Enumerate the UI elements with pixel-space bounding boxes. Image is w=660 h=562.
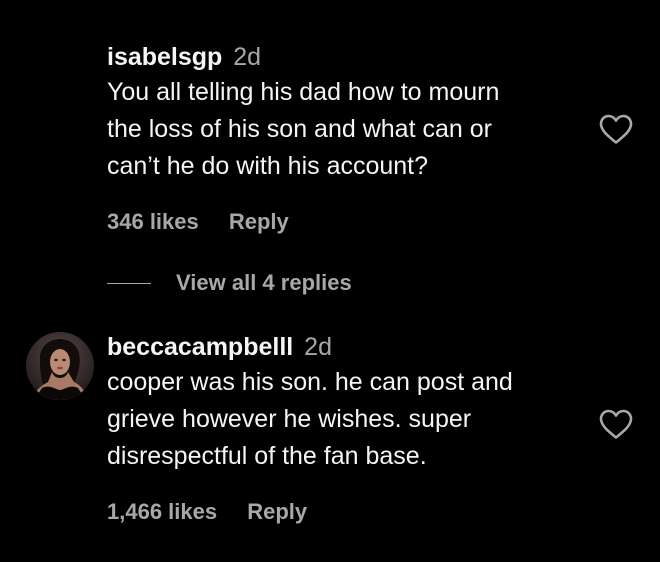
view-replies-label: View all 4 replies [176,270,352,295]
comment-username[interactable]: beccacampbelll [107,333,293,361]
reply-button[interactable]: Reply [229,209,289,234]
likes-count[interactable]: 346 likes [107,209,199,234]
comment-header: beccacampbelll 2d [107,330,587,364]
comment-body: isabelsgp 2d You all telling his dad how… [107,40,587,235]
heart-outline-icon[interactable] [598,408,634,440]
comment-header: isabelsgp 2d [107,40,587,74]
reply-button[interactable]: Reply [247,499,307,524]
likes-count[interactable]: 1,466 likes [107,499,217,524]
comment-text: cooper was his son. he can post and grie… [107,368,513,470]
replies-divider-line [107,282,151,284]
comment-text: You all telling his dad how to mourn the… [107,78,500,180]
comment-timestamp: 2d [233,43,262,71]
view-replies-button[interactable]: View all 4 replies [107,268,352,298]
avatar[interactable] [26,332,94,400]
heart-outline-icon[interactable] [598,113,634,145]
comment-meta: 1,466 likes Reply [107,499,587,525]
comment-username[interactable]: isabelsgp [107,43,222,71]
comment-meta: 346 likes Reply [107,209,587,235]
avatar-image [26,332,94,400]
comment-timestamp: 2d [304,333,332,361]
comment-body: beccacampbelll 2d cooper was his son. he… [107,330,587,525]
